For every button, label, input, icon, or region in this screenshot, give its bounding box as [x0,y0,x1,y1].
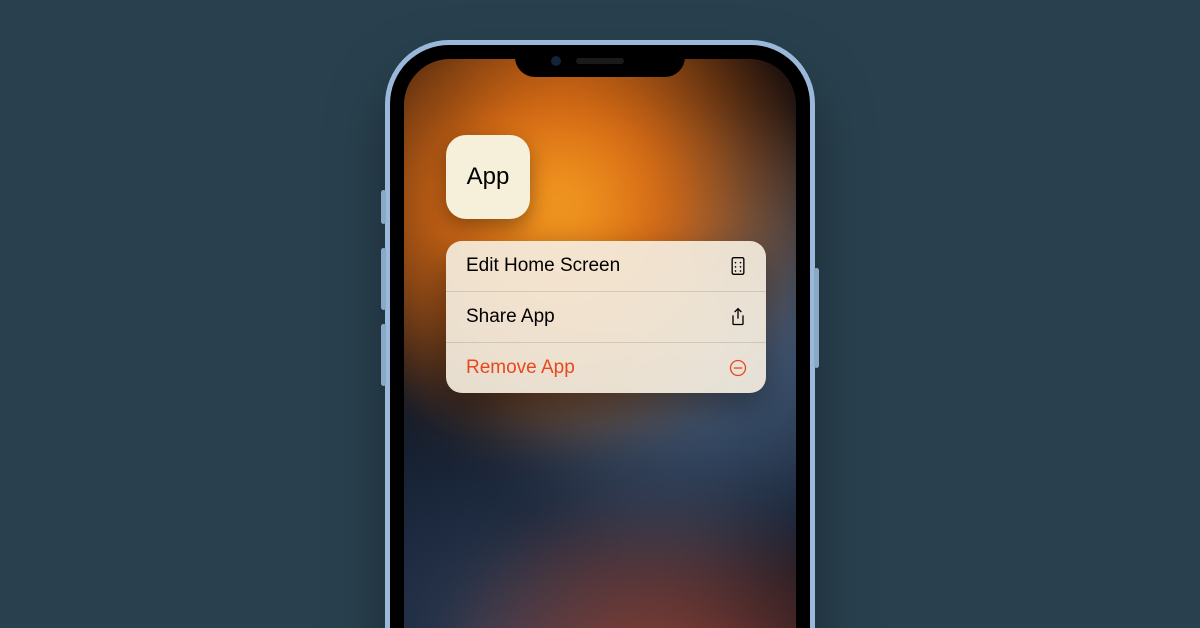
front-camera [551,56,561,66]
volume-up-button[interactable] [381,248,386,310]
menu-item-remove-app[interactable]: Remove App [446,342,766,393]
apps-grid-icon [728,255,748,277]
app-icon[interactable]: App [446,135,530,219]
share-icon [728,306,748,328]
menu-item-label: Share App [466,306,555,328]
app-icon-label: App [467,163,510,191]
context-menu: Edit Home Screen Share App [446,241,766,393]
earpiece-speaker [576,58,624,64]
menu-item-label: Edit Home Screen [466,255,620,277]
menu-item-share-app[interactable]: Share App [446,291,766,342]
power-button[interactable] [814,268,819,368]
volume-down-button[interactable] [381,324,386,386]
menu-item-label: Remove App [466,357,575,379]
menu-item-edit-home-screen[interactable]: Edit Home Screen [446,241,766,291]
home-screen[interactable]: App Edit Home Screen Sh [404,59,796,628]
mute-switch[interactable] [381,190,386,224]
notch [515,45,685,77]
phone-bezel: App Edit Home Screen Sh [390,45,810,628]
phone-frame: App Edit Home Screen Sh [385,40,815,628]
minus-circle-icon [728,357,748,379]
